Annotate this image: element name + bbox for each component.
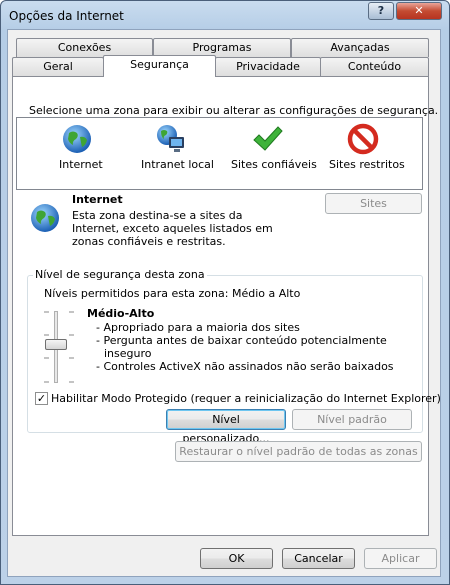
apply-button[interactable]: Aplicar [364,548,437,569]
checkmark-icon [253,126,283,151]
zone-sites-restritos[interactable]: Sites restritos [325,118,405,189]
protected-mode-checkbox[interactable]: ✓ [35,392,48,405]
zone-description-line: Internet, exceto aqueles listados em [72,222,273,235]
level-bullet: inseguro [104,347,152,360]
protected-mode-label[interactable]: Habilitar Modo Protegido (requer a reini… [51,392,441,405]
level-bullet: - Controles ActiveX não assinados não se… [96,360,394,373]
zone-label: Internet [59,158,103,171]
zone-label: Sites confiáveis [231,158,317,171]
security-level-group-title: Nível de segurança desta zona [33,268,207,281]
globe-icon [31,204,59,232]
zone-instruction: Selecione uma zona para exibir ou altera… [29,104,439,117]
cancel-button[interactable]: Cancelar [282,548,355,569]
globe-icon [63,125,91,153]
security-content: Selecione uma zona para exibir ou altera… [0,0,450,585]
reset-all-zones-button[interactable]: Restaurar o nível padrão de todas as zon… [175,441,422,462]
zone-description-line: Esta zona destina-se a sites da [72,209,243,222]
allowed-levels-text: Níveis permitidos para esta zona: Médio … [44,287,301,300]
security-level-slider-thumb[interactable] [45,339,67,350]
zone-description-line: zonas confiáveis e restritas. [72,235,226,248]
zone-list: Internet Intranet local Sites confiáveis [16,117,423,190]
restricted-icon [347,123,379,155]
zone-internet[interactable]: Internet [17,118,137,189]
level-bullet: - Apropriado para a maioria dos sites [96,321,300,334]
zone-label: Sites restritos [329,158,405,171]
level-name: Médio-Alto [87,307,155,320]
custom-level-button[interactable]: Nível personalizado... [166,409,286,445]
zone-label: Intranet local [141,158,214,171]
level-bullet: - Pergunta antes de baixar conteúdo pote… [96,334,387,347]
zone-intranet-local[interactable]: Intranet local [137,118,214,189]
zone-title: Internet [72,193,123,206]
default-level-button[interactable]: Nível padrão [292,409,412,430]
sites-button[interactable]: Sites [325,193,422,214]
check-mark-icon: ✓ [36,392,47,405]
ok-button[interactable]: OK [200,548,273,569]
intranet-icon [157,125,184,152]
zone-sites-confiaveis[interactable]: Sites confiáveis [229,118,317,189]
